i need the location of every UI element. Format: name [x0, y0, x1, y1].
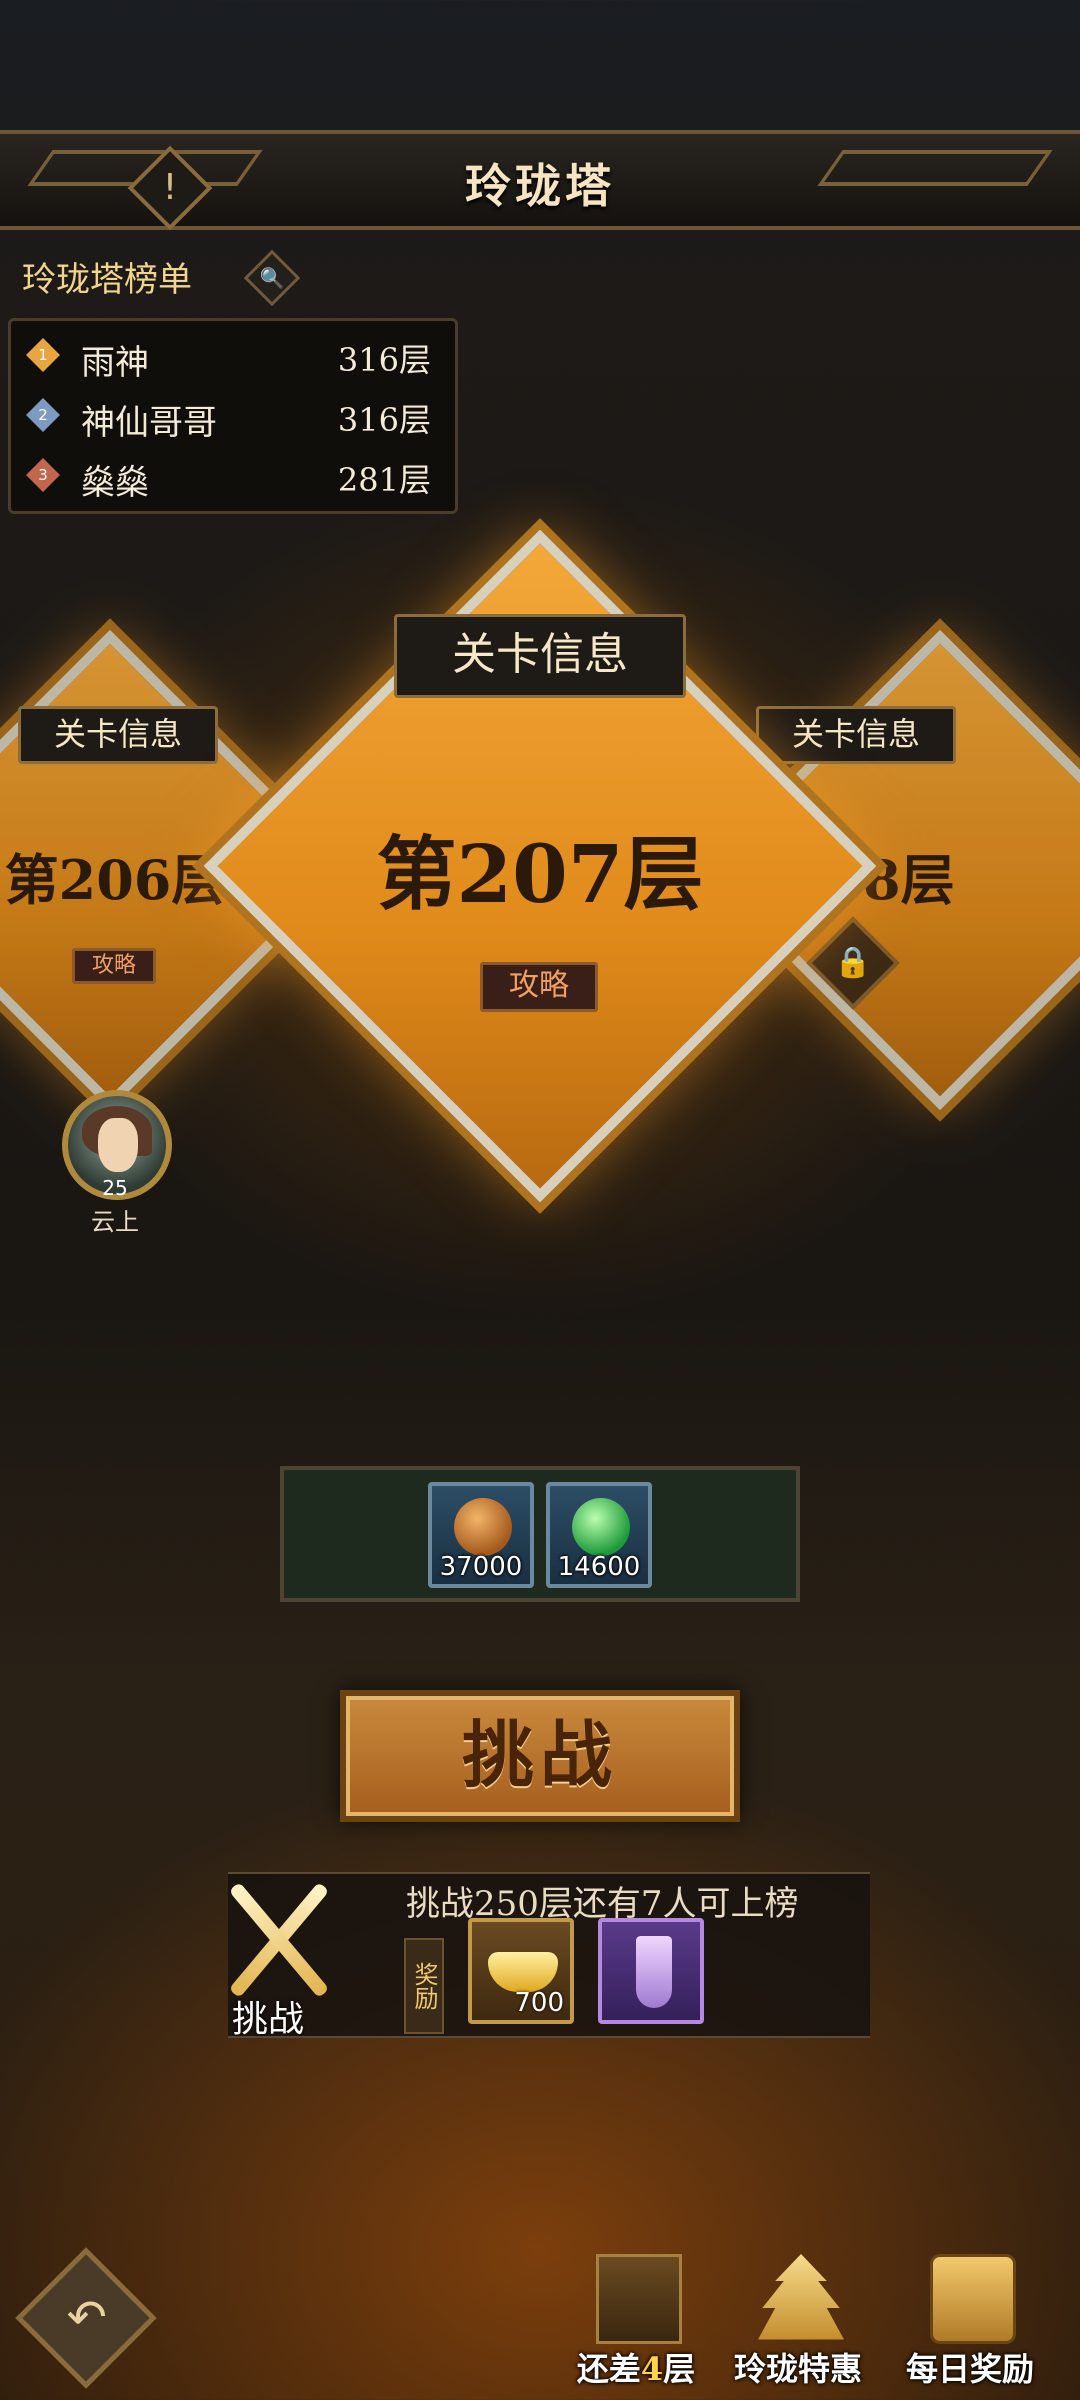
- rank-player-name: 神仙哥哥: [81, 403, 217, 443]
- search-icon: 🔍: [259, 266, 285, 290]
- ranking-search-button[interactable]: 🔍: [243, 249, 301, 307]
- player-name: 云上: [91, 1208, 139, 1236]
- nav-label: 玲珑特惠: [733, 2350, 862, 2388]
- reward-item[interactable]: 37000: [428, 1482, 534, 1588]
- copper-coin-icon: [454, 1498, 512, 1556]
- rank-floor: 316层: [337, 401, 431, 439]
- rank-floor: 316层: [337, 341, 431, 379]
- rank-medal-icon: 1: [26, 338, 60, 372]
- back-button[interactable]: ↶: [15, 2247, 157, 2389]
- nav-linglong-deals[interactable]: 玲珑特惠: [728, 2250, 868, 2390]
- rank-floor: 281层: [337, 461, 431, 499]
- gold-ingot-icon: [488, 1952, 558, 1992]
- stage-current-strategy-button[interactable]: 攻略: [480, 962, 598, 1012]
- info-icon: !: [162, 167, 178, 208]
- ranking-row: 2 神仙哥哥 316层: [11, 385, 461, 445]
- purple-vase-icon: [636, 1936, 672, 2008]
- rank-player-name: 燊燊: [81, 463, 149, 503]
- stage-rewards-panel: 37000 14600: [280, 1466, 800, 1602]
- stage-current-floor: 第207层: [376, 827, 704, 921]
- ranking-title[interactable]: 玲珑塔榜单: [22, 252, 192, 301]
- rank-medal-icon: 2: [26, 398, 60, 432]
- reward-item[interactable]: 14600: [546, 1482, 652, 1588]
- avatar-face: [98, 1118, 138, 1172]
- rank-medal-icon: 3: [26, 458, 60, 492]
- ranking-row: 1 雨神 316层: [11, 325, 461, 385]
- bonus-count: 700: [514, 1988, 564, 2018]
- green-orb-icon: [572, 1498, 630, 1556]
- nav-label: 还差4层: [576, 2350, 696, 2388]
- pagoda-icon: [758, 2254, 844, 2340]
- player-level: 25: [102, 1176, 128, 1200]
- treasure-chest-icon: [930, 2254, 1016, 2344]
- challenge-button[interactable]: 挑战: [340, 1690, 740, 1822]
- nav-daily-rewards[interactable]: 每日奖励: [900, 2250, 1040, 2390]
- golden-hand-icon: [596, 2254, 682, 2344]
- ranking-row: 3 燊燊 281层: [11, 445, 461, 505]
- nav-label: 每日奖励: [905, 2350, 1034, 2388]
- reward-count: 37000: [439, 1552, 523, 1582]
- reward-count: 14600: [557, 1552, 641, 1582]
- rank-player-name: 雨神: [81, 343, 149, 383]
- bonus-item[interactable]: [598, 1918, 704, 2024]
- stage-next-info-tag[interactable]: 关卡信息: [756, 706, 956, 764]
- bonus-item[interactable]: 700: [468, 1918, 574, 2024]
- rank-challenge-label[interactable]: 挑战: [232, 1990, 304, 2042]
- stage-current-info-tag[interactable]: 关卡信息: [394, 614, 686, 698]
- bonus-reward-label: 奖励: [404, 1938, 444, 2034]
- ranking-panel: 1 雨神 316层 2 神仙哥哥 316层 3 燊燊 281层: [8, 318, 458, 514]
- stage-prev-floor: 第206层: [4, 848, 226, 912]
- stage-prev-strategy-button[interactable]: 攻略: [72, 948, 156, 984]
- stage-prev-info-tag[interactable]: 关卡信息: [18, 706, 218, 764]
- back-arrow-icon: ↶: [66, 2289, 107, 2346]
- nav-floors-remaining[interactable]: 还差4层: [566, 2250, 706, 2390]
